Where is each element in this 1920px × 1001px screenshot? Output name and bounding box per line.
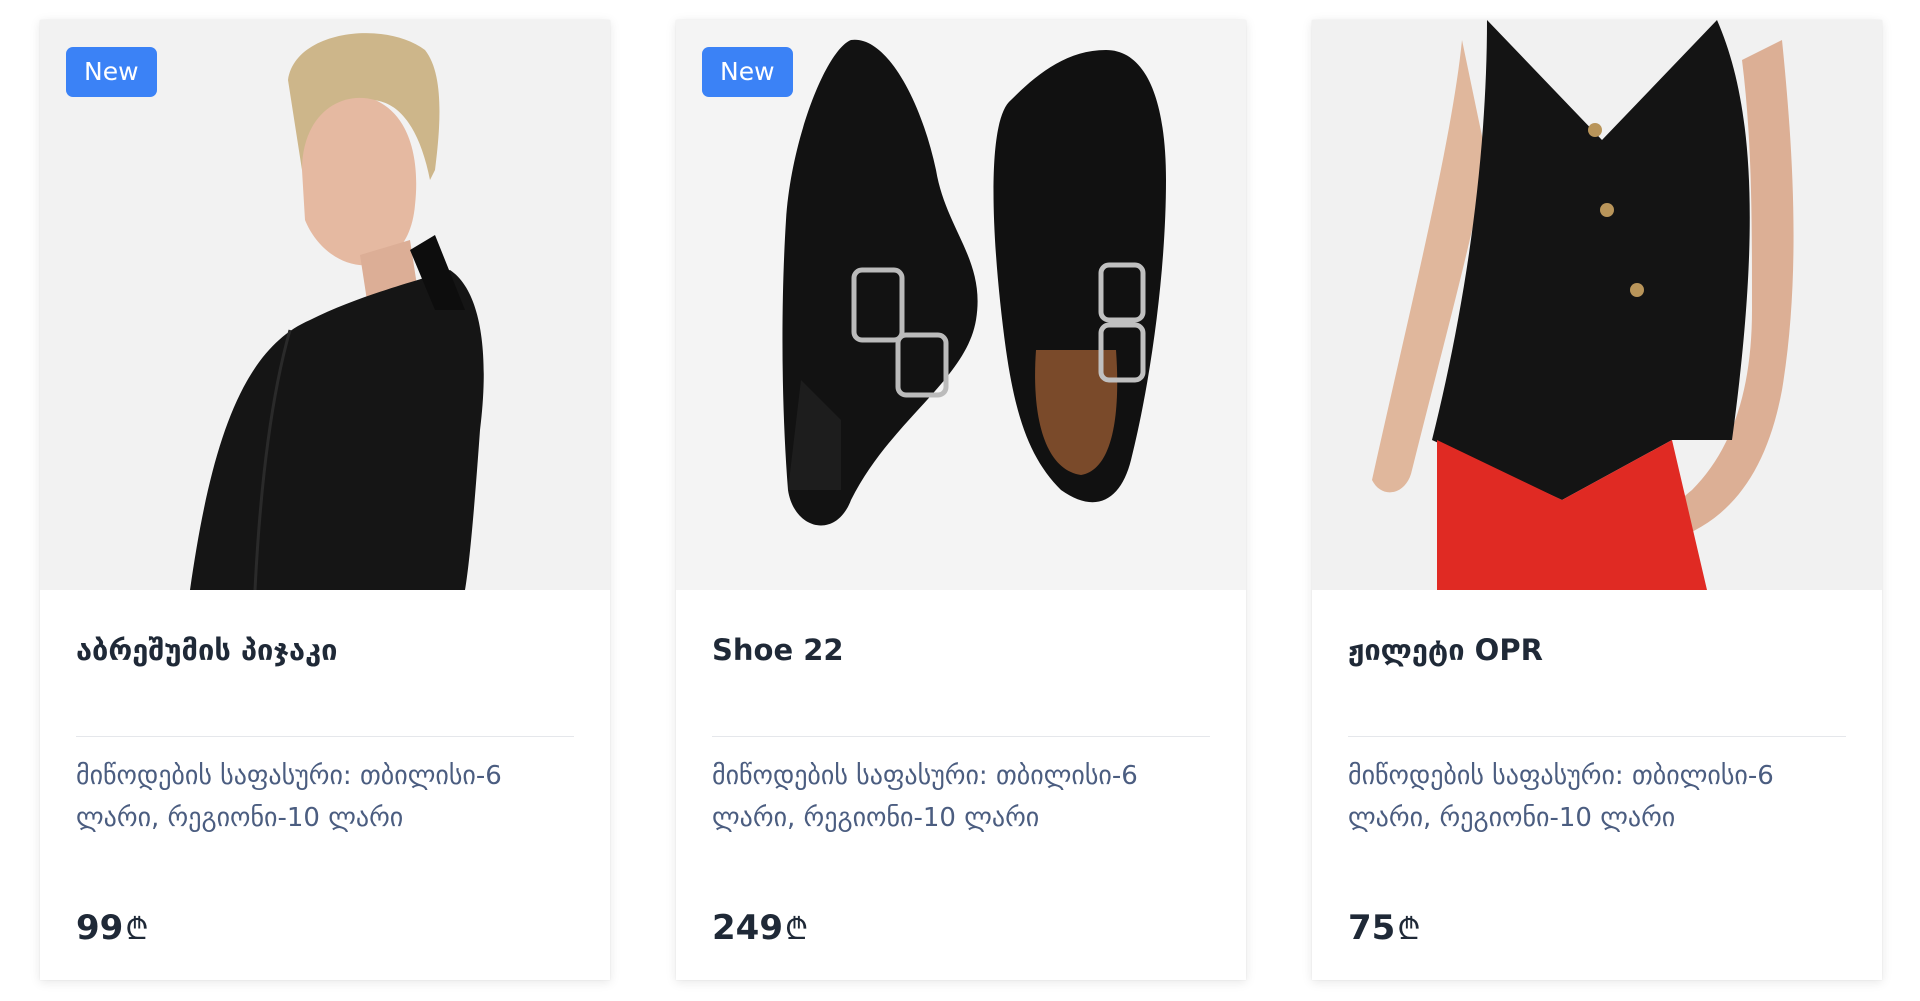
currency-symbol: ₾ [784,912,809,947]
product-card[interactable]: New აბრეშუმის პიჯაკი მიწოდების საფასური:… [40,20,610,980]
woman-jacket-photo [40,20,610,590]
product-price: 99₾ [76,907,574,948]
delivery-info: მიწოდების საფასური: თბილისი-6 ლარი, რეგი… [712,761,1138,833]
price-value: 249 [712,908,783,948]
price-value: 75 [1348,908,1396,948]
product-card[interactable]: ჟილეტი OPR მიწოდების საფასური: თბილისი-6… [1312,20,1882,980]
product-title[interactable]: აბრეშუმის პიჯაკი [76,590,574,700]
product-card[interactable]: New Shoe 22 მიწოდების საფასური: თბილისი-… [676,20,1246,980]
product-image[interactable]: New [40,20,610,590]
product-image[interactable]: New [676,20,1246,590]
product-title[interactable]: Shoe 22 [712,590,1210,700]
product-title[interactable]: ჟილეტი OPR [1348,590,1846,700]
currency-symbol: ₾ [1397,912,1421,947]
delivery-info: მიწოდების საფასური: თბილისი-6 ლარი, რეგი… [1348,761,1774,833]
delivery-info: მიწოდების საფასური: თბილისი-6 ლარი, რეგი… [76,761,502,833]
new-badge: New [702,47,793,97]
currency-symbol: ₾ [125,912,149,947]
product-price: 75₾ [1348,907,1846,948]
product-image[interactable] [1312,20,1882,590]
product-price: 249₾ [712,907,1210,948]
price-value: 99 [76,908,124,948]
vest-photo [1312,20,1882,590]
new-badge: New [66,47,157,97]
shoes-photo [676,20,1246,590]
product-grid: New აბრეშუმის პიჯაკი მიწოდების საფასური:… [0,0,1920,1001]
